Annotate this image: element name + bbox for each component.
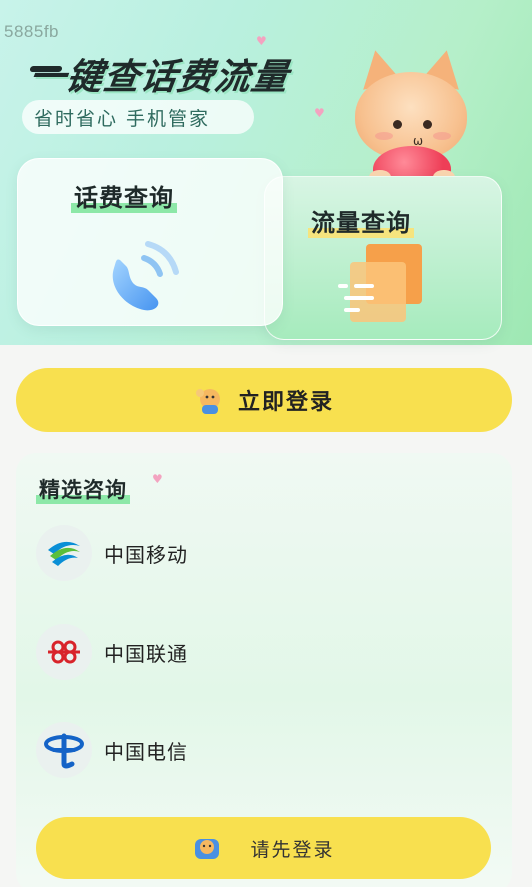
china-unicom-logo-icon — [36, 624, 92, 680]
consult-title: 精选咨询 — [36, 474, 130, 504]
waving-hand-icon — [195, 389, 220, 414]
login-now-label: 立即登录 — [237, 390, 334, 415]
waving-hand-icon — [195, 839, 220, 859]
phone-signal-icon — [112, 241, 179, 311]
bill-query-title: 话费查询 — [71, 178, 177, 213]
login-now-button[interactable]: 立即登录 — [16, 368, 512, 432]
data-flow-icon — [338, 244, 422, 322]
operator-item-china-mobile[interactable]: 中国移动 — [36, 525, 188, 581]
hero-subtitle: 省时省心 手机管家 — [22, 100, 254, 134]
china-mobile-logo-icon — [36, 525, 92, 581]
login-first-button[interactable]: 请先登录 — [36, 817, 491, 879]
corner-id-label: 5885fb — [4, 22, 59, 41]
operator-item-china-telecom[interactable]: 中国电信 — [36, 722, 188, 778]
heart-decoration-icon: ♥ — [256, 34, 267, 48]
login-first-label: 请先登录 — [250, 838, 335, 861]
hero-headline: 一键查话费流量 — [26, 57, 292, 98]
operator-name: 中国移动 — [104, 542, 188, 567]
cat-mascot-icon: ω — [345, 46, 475, 192]
heart-decoration-icon: ♥ — [152, 472, 163, 486]
operator-item-china-unicom[interactable]: 中国联通 — [36, 624, 188, 680]
operator-name: 中国电信 — [104, 739, 188, 764]
heart-decoration-icon: ♥ — [314, 106, 325, 120]
operator-name: 中国联通 — [104, 641, 188, 666]
data-query-title: 流量查询 — [308, 203, 414, 238]
china-telecom-logo-icon — [36, 722, 92, 778]
